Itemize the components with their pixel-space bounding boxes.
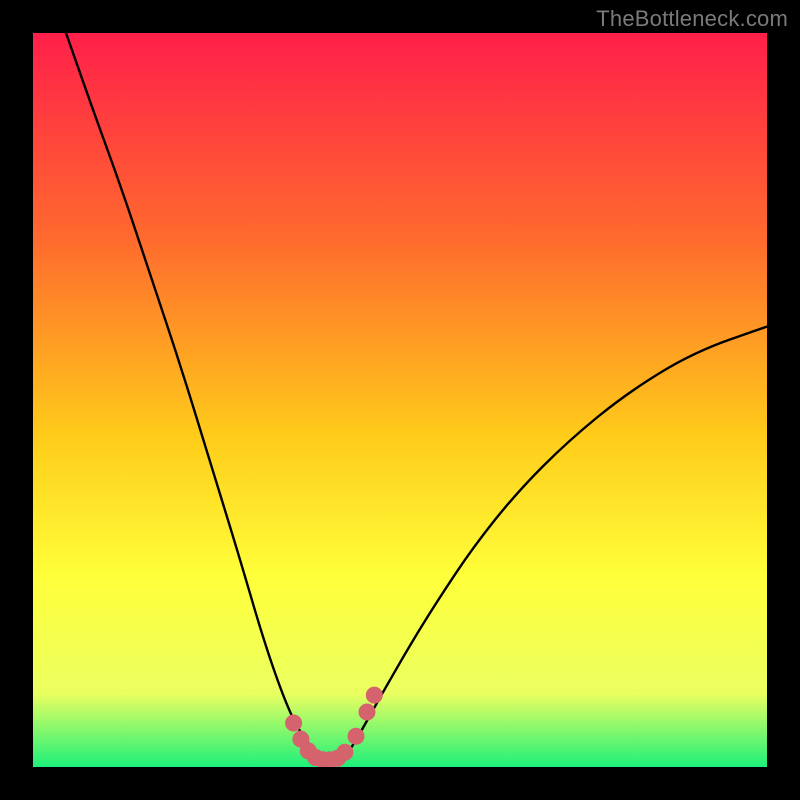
marker-dot [348,728,364,744]
marker-dot [286,715,302,731]
marker-dot [337,744,353,760]
marker-dot [359,704,375,720]
watermark-text: TheBottleneck.com [596,6,788,32]
chart-frame: TheBottleneck.com [0,0,800,800]
chart-svg [33,33,767,767]
plot-area [33,33,767,767]
gradient-background [33,33,767,767]
marker-dot [366,687,382,703]
